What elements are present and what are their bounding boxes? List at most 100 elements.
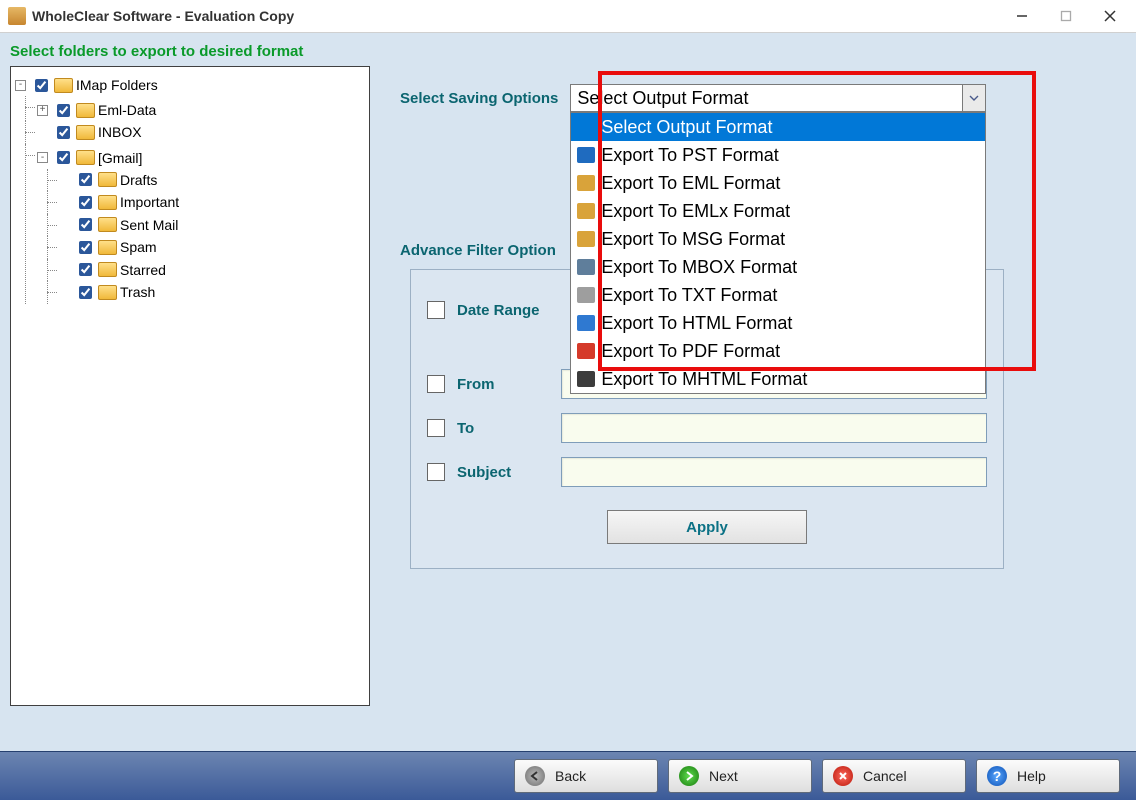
folder-icon — [98, 240, 117, 255]
tree-node[interactable]: + Eml-Data — [37, 99, 156, 121]
back-label: Back — [555, 768, 586, 784]
dropdown-option[interactable]: Export To MSG Format — [571, 225, 985, 253]
dropdown-option-label: Export To HTML Format — [601, 311, 792, 335]
help-button[interactable]: ? Help — [976, 759, 1120, 793]
bottom-toolbar: Back Next Cancel ? Help — [0, 751, 1136, 800]
window-title: WholeClear Software - Evaluation Copy — [32, 8, 294, 24]
dropdown-selected-text: Select Output Format — [577, 88, 748, 109]
dropdown-option[interactable]: Export To MHTML Format — [571, 365, 985, 393]
maximize-button[interactable] — [1044, 0, 1088, 32]
collapse-icon[interactable]: - — [37, 152, 48, 163]
expand-icon[interactable]: + — [37, 105, 48, 116]
format-icon — [577, 259, 595, 275]
from-checkbox[interactable] — [427, 375, 445, 393]
to-label: To — [457, 420, 549, 437]
tree-checkbox[interactable] — [57, 126, 70, 139]
dropdown-option[interactable]: Export To EMLx Format — [571, 197, 985, 225]
tree-checkbox[interactable] — [35, 79, 48, 92]
folder-icon — [98, 172, 117, 187]
folder-tree[interactable]: - IMap Folders + Eml-DataINBOX - [Gmail]Draft… — [13, 71, 367, 304]
back-icon — [525, 766, 545, 786]
tree-checkbox[interactable] — [79, 241, 92, 254]
subject-label: Subject — [457, 464, 549, 481]
tree-checkbox[interactable] — [79, 218, 92, 231]
dropdown-option[interactable]: Export To HTML Format — [571, 309, 985, 337]
apply-button[interactable]: Apply — [607, 510, 807, 544]
tree-label: Sent Mail — [120, 214, 178, 236]
tree-label: [Gmail] — [98, 147, 142, 169]
tree-label: Starred — [120, 259, 166, 281]
format-icon — [577, 371, 595, 387]
tree-node[interactable]: Trash — [59, 281, 155, 303]
tree-label: Eml-Data — [98, 99, 156, 121]
tree-spacer — [59, 219, 70, 230]
dropdown-option-label: Export To EML Format — [601, 171, 780, 195]
tree-label: IMap Folders — [76, 74, 158, 96]
dropdown-list[interactable]: Select Output Format Export To PST Format… — [570, 112, 986, 394]
tree-checkbox[interactable] — [79, 173, 92, 186]
output-format-dropdown[interactable]: Select Output Format Select Output Forma… — [570, 84, 986, 112]
instruction-text: Select folders to export to desired form… — [0, 33, 1136, 66]
to-checkbox[interactable] — [427, 419, 445, 437]
date-range-label: Date Range — [457, 302, 549, 319]
format-icon — [577, 203, 595, 219]
next-button[interactable]: Next — [668, 759, 812, 793]
tree-spacer — [59, 174, 70, 185]
folder-tree-panel: - IMap Folders + Eml-DataINBOX - [Gmail]Draft… — [10, 66, 370, 706]
minimize-button[interactable] — [1000, 0, 1044, 32]
dropdown-option[interactable]: Export To TXT Format — [571, 281, 985, 309]
collapse-icon[interactable]: - — [15, 80, 26, 91]
dropdown-option[interactable]: Export To MBOX Format — [571, 253, 985, 281]
back-button[interactable]: Back — [514, 759, 658, 793]
next-label: Next — [709, 768, 738, 784]
chevron-down-icon — [969, 93, 979, 103]
dropdown-option-label: Export To PST Format — [601, 143, 778, 167]
dropdown-option[interactable]: Select Output Format — [571, 113, 985, 141]
tree-node[interactable]: Drafts — [59, 169, 157, 191]
tree-spacer — [59, 197, 70, 208]
tree-node[interactable]: - IMap Folders — [15, 74, 158, 96]
tree-checkbox[interactable] — [79, 286, 92, 299]
dropdown-option-label: Export To EMLx Format — [601, 199, 790, 223]
folder-icon — [98, 262, 117, 277]
next-icon — [679, 766, 699, 786]
subject-input[interactable] — [561, 457, 987, 487]
format-icon — [577, 175, 595, 191]
folder-icon — [98, 217, 117, 232]
tree-node[interactable]: - [Gmail] — [37, 147, 142, 169]
format-icon — [577, 343, 595, 359]
dropdown-option-label: Export To MBOX Format — [601, 255, 797, 279]
tree-label: INBOX — [98, 121, 142, 143]
tree-node[interactable]: Starred — [59, 259, 166, 281]
tree-spacer — [59, 287, 70, 298]
tree-node[interactable]: Spam — [59, 236, 157, 258]
subject-checkbox[interactable] — [427, 463, 445, 481]
dropdown-option-label: Export To PDF Format — [601, 339, 780, 363]
dropdown-toggle[interactable] — [963, 84, 986, 112]
tree-checkbox[interactable] — [79, 196, 92, 209]
folder-icon — [76, 103, 95, 118]
folder-icon — [98, 195, 117, 210]
dropdown-option-label: Select Output Format — [601, 115, 772, 139]
to-input[interactable] — [561, 413, 987, 443]
tree-node[interactable]: INBOX — [37, 121, 142, 143]
tree-node[interactable]: Sent Mail — [59, 214, 178, 236]
help-label: Help — [1017, 768, 1046, 784]
date-range-checkbox[interactable] — [427, 301, 445, 319]
cancel-button[interactable]: Cancel — [822, 759, 966, 793]
saving-options-label: Select Saving Options — [400, 90, 558, 107]
tree-checkbox[interactable] — [57, 151, 70, 164]
dropdown-option-label: Export To TXT Format — [601, 283, 777, 307]
tree-checkbox[interactable] — [57, 104, 70, 117]
tree-checkbox[interactable] — [79, 263, 92, 276]
titlebar: WholeClear Software - Evaluation Copy — [0, 0, 1136, 33]
tree-label: Drafts — [120, 169, 157, 191]
dropdown-option[interactable]: Export To PDF Format — [571, 337, 985, 365]
help-icon: ? — [987, 766, 1007, 786]
dropdown-option[interactable]: Export To PST Format — [571, 141, 985, 169]
dropdown-option[interactable]: Export To EML Format — [571, 169, 985, 197]
close-button[interactable] — [1088, 0, 1132, 32]
folder-icon — [98, 285, 117, 300]
format-icon — [577, 315, 595, 331]
tree-node[interactable]: Important — [59, 191, 179, 213]
